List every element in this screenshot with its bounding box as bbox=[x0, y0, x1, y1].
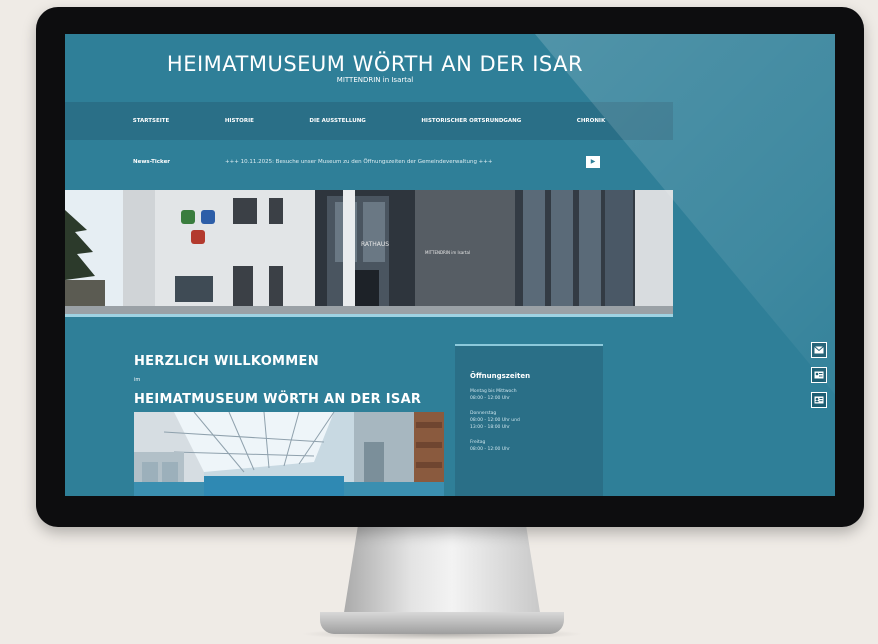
contact-card-icon[interactable] bbox=[811, 367, 827, 383]
nav-item-ortsrundgang[interactable]: HISTORISCHER ORTSRUNDGANG bbox=[421, 118, 521, 124]
side-icon-bar bbox=[811, 342, 829, 417]
hours-line: 08:00 - 12:00 Uhr bbox=[470, 447, 510, 452]
nav-item-ausstellung[interactable]: DIE AUSSTELLUNG bbox=[309, 118, 365, 124]
coat-of-arms-icon bbox=[181, 210, 195, 224]
hero-building-image: RATHAUS MITTENDRIN im Isartal bbox=[65, 190, 673, 314]
hours-line: 13:00 - 18:00 Uhr bbox=[470, 425, 510, 430]
id-card-icon[interactable] bbox=[811, 392, 827, 408]
nav-item-startseite[interactable]: STARTSEITE bbox=[133, 118, 170, 124]
site-subtitle: MITTENDRIN in Isartal bbox=[336, 76, 414, 84]
hours-line: 08:00 - 12:00 Uhr und bbox=[470, 418, 520, 423]
hours-line: Freitag bbox=[470, 440, 486, 445]
mail-icon[interactable] bbox=[811, 342, 827, 358]
news-ticker: News-Ticker +++ 10.11.2025: Besuche unse… bbox=[65, 152, 673, 172]
welcome-im: im bbox=[134, 377, 141, 383]
interior-image bbox=[134, 412, 444, 496]
monitor-base bbox=[320, 612, 564, 634]
nav-item-chronik[interactable]: CHRONIK bbox=[577, 118, 605, 124]
hours-line: 08:00 - 12:00 Uhr bbox=[470, 396, 510, 401]
welcome-museum-title: HEIMATMUSEUM WÖRTH AN DER ISAR bbox=[134, 392, 422, 407]
welcome-title: HERZLICH WILLKOMMEN bbox=[134, 354, 319, 369]
website-screen: HEIMATMUSEUM WÖRTH AN DER ISAR MITTENDRI… bbox=[65, 34, 835, 496]
sign-mittendrin: MITTENDRIN im Isartal bbox=[425, 250, 470, 255]
sign-rathaus: RATHAUS bbox=[361, 241, 389, 248]
hours-line: Donnerstag bbox=[470, 411, 497, 416]
ticker-play-button[interactable]: ▶ bbox=[586, 156, 600, 168]
hours-title: Öffnungszeiten bbox=[470, 372, 531, 380]
ticker-text[interactable]: +++ 10.11.2025: Besuche unser Museum zu … bbox=[225, 159, 493, 165]
hero-accent-bar bbox=[65, 314, 673, 317]
hours-line: Montag bis Mittwoch bbox=[470, 389, 517, 394]
ticker-label: News-Ticker bbox=[133, 159, 171, 165]
monitor-stand bbox=[342, 525, 542, 625]
site-title[interactable]: HEIMATMUSEUM WÖRTH AN DER ISAR bbox=[65, 52, 685, 76]
nav-item-historie[interactable]: HISTORIE bbox=[225, 118, 254, 124]
main-nav: STARTSEITE HISTORIE DIE AUSSTELLUNG HIST… bbox=[65, 102, 673, 140]
opening-hours-card: Öffnungszeiten Montag bis Mittwoch 08:00… bbox=[455, 344, 603, 496]
